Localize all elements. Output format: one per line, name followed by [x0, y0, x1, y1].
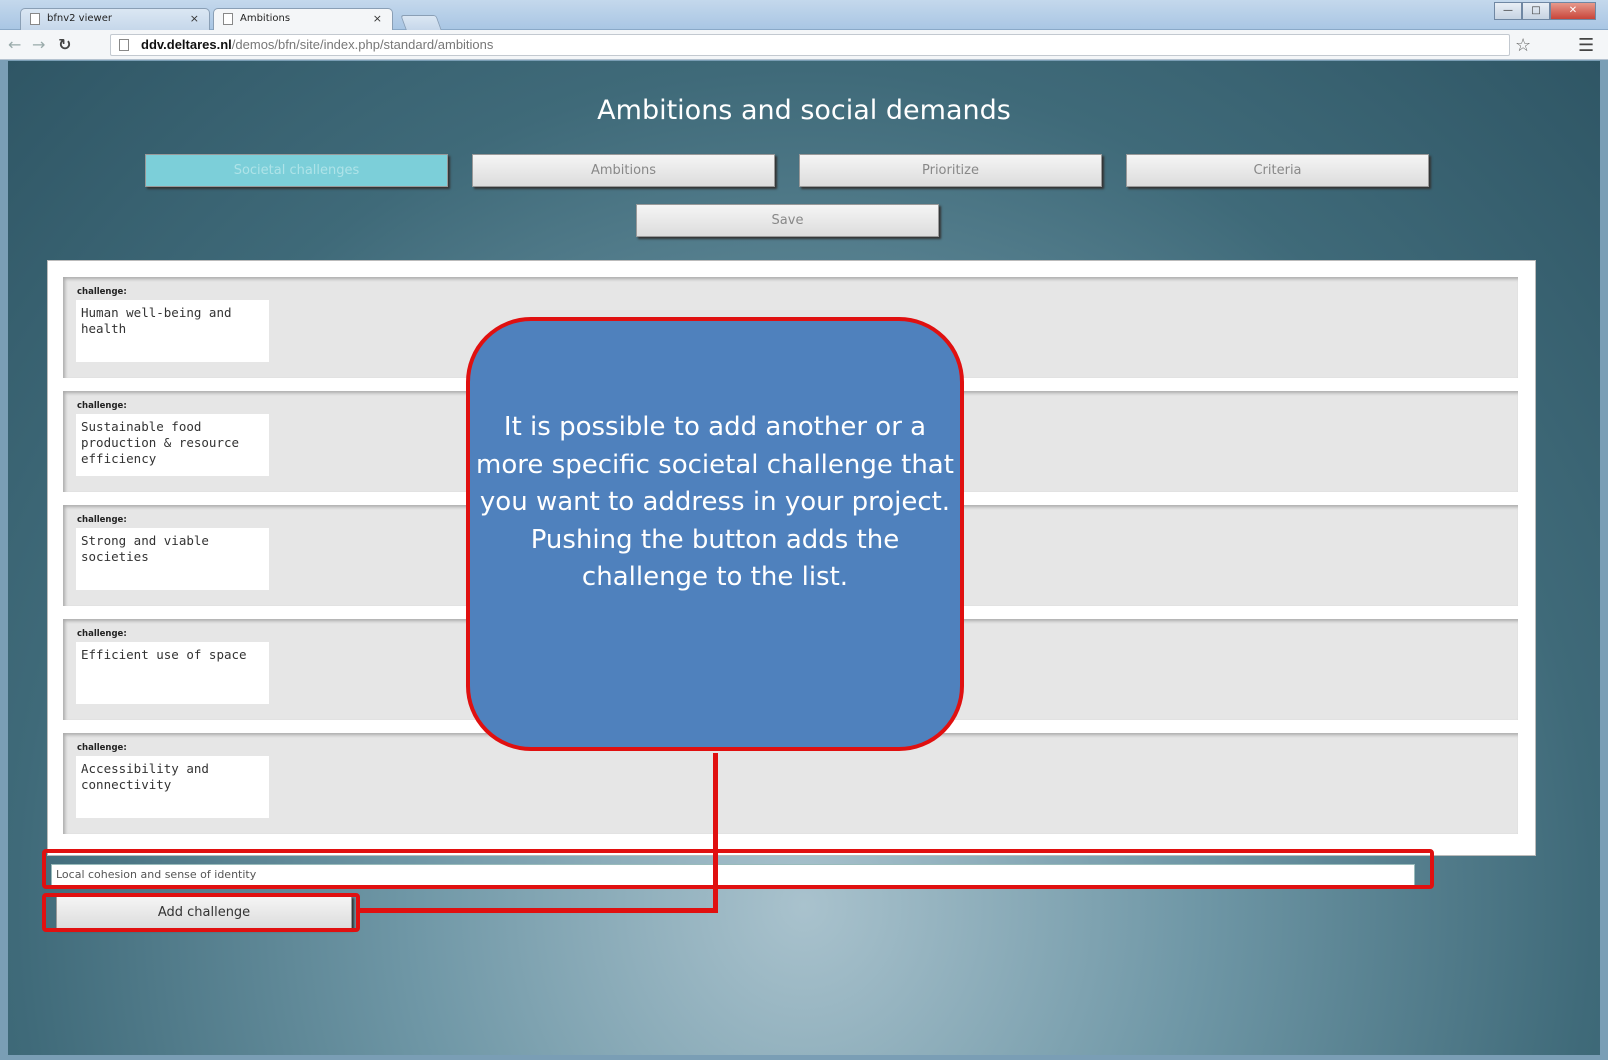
challenge-field[interactable]: Sustainable food production & resource e…: [76, 414, 269, 476]
page-title: Ambitions and social demands: [597, 95, 1011, 126]
tab-title: Ambitions: [240, 13, 291, 24]
connector-line: [358, 908, 718, 913]
maximize-icon[interactable]: □: [1522, 2, 1550, 20]
highlight-button: [42, 893, 360, 932]
tab-ambitions[interactable]: Ambitions: [472, 154, 775, 187]
bookmark-star-icon[interactable]: ☆: [1515, 35, 1531, 56]
browser-tab[interactable]: bfnv2 viewer ×: [20, 8, 210, 30]
challenge-label: challenge:: [77, 743, 127, 753]
page-icon: [223, 13, 233, 25]
tab-title: bfnv2 viewer: [47, 13, 112, 24]
close-tab-icon[interactable]: ×: [373, 12, 382, 25]
tab-criteria[interactable]: Criteria: [1126, 154, 1429, 187]
challenge-label: challenge:: [77, 401, 127, 411]
close-tab-icon[interactable]: ×: [190, 12, 199, 25]
challenge-label: challenge:: [77, 515, 127, 525]
window-titlebar: bfnv2 viewer × Ambitions × — □ ✕: [0, 0, 1608, 30]
save-button[interactable]: Save: [636, 204, 939, 237]
new-tab-button[interactable]: [400, 15, 442, 30]
highlight-input: [42, 849, 1434, 889]
page-icon: [119, 39, 129, 51]
tab-prioritize[interactable]: Prioritize: [799, 154, 1102, 187]
challenge-field[interactable]: Strong and viable societies: [76, 528, 269, 590]
url-host: ddv.deltares.nl: [141, 37, 232, 52]
close-window-icon[interactable]: ✕: [1550, 2, 1596, 20]
url-path: /demos/bfn/site/index.php/standard/ambit…: [231, 37, 494, 52]
minimize-icon[interactable]: —: [1494, 2, 1522, 20]
challenge-field[interactable]: Human well-being and health: [76, 300, 269, 362]
reload-icon[interactable]: ↻: [58, 35, 71, 54]
connector-line: [713, 753, 718, 913]
back-icon[interactable]: ←: [8, 35, 21, 54]
window-controls: — □ ✕: [1494, 2, 1596, 20]
challenge-field[interactable]: Accessibility and connectivity: [76, 756, 269, 818]
tab-societal-challenges[interactable]: Societal challenges: [145, 154, 448, 187]
challenge-label: challenge:: [77, 287, 127, 297]
challenge-label: challenge:: [77, 629, 127, 639]
browser-tab-active[interactable]: Ambitions ×: [213, 8, 393, 30]
challenge-field[interactable]: Efficient use of space: [76, 642, 269, 704]
address-bar[interactable]: ddv.deltares.nl/demos/bfn/site/index.php…: [110, 34, 1510, 56]
menu-icon[interactable]: ☰: [1578, 35, 1594, 56]
browser-toolbar: ← → ↻ ddv.deltares.nl/demos/bfn/site/ind…: [0, 30, 1608, 60]
annotation-callout: It is possible to add another or a more …: [466, 317, 964, 751]
forward-icon[interactable]: →: [32, 35, 45, 54]
page-icon: [30, 13, 40, 25]
